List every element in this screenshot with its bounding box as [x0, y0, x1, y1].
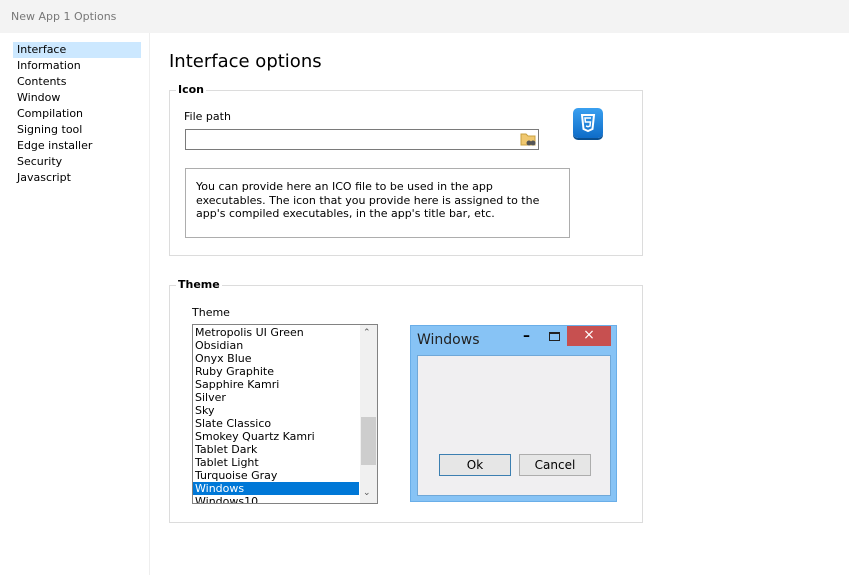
theme-option[interactable]: Onyx Blue	[193, 352, 359, 365]
preview-title: Windows	[417, 332, 480, 348]
sidebar-item-security[interactable]: Security	[13, 154, 141, 170]
sidebar-item-interface[interactable]: Interface	[13, 42, 141, 58]
file-path-input[interactable]	[185, 129, 539, 150]
listbox-scrollbar[interactable]: ⌃ ⌄	[360, 325, 377, 503]
theme-option[interactable]: Tablet Light	[193, 456, 359, 469]
sidebar-item-signing-tool[interactable]: Signing tool	[13, 122, 141, 138]
sidebar-item-window[interactable]: Window	[13, 90, 141, 106]
icon-group-legend: Icon	[176, 83, 207, 96]
theme-option[interactable]: Obsidian	[193, 339, 359, 352]
icon-help-note: You can provide here an ICO file to be u…	[185, 168, 570, 238]
folder-search-icon[interactable]	[520, 131, 537, 147]
theme-option[interactable]: Slate Classico	[193, 417, 359, 430]
theme-option[interactable]: Windows10	[193, 495, 359, 503]
theme-option[interactable]: Sky	[193, 404, 359, 417]
title-bar: New App 1 Options	[0, 0, 849, 33]
sidebar-item-edge-installer[interactable]: Edge installer	[13, 138, 141, 154]
theme-option[interactable]: Tablet Dark	[193, 443, 359, 456]
theme-preview-window: Windows – × Ok Cancel	[410, 325, 617, 502]
sidebar-item-information[interactable]: Information	[13, 58, 141, 74]
theme-option[interactable]: Smokey Quartz Kamri	[193, 430, 359, 443]
preview-ok-button: Ok	[439, 454, 511, 476]
sidebar-item-contents[interactable]: Contents	[13, 74, 141, 90]
file-path-label: File path	[184, 110, 231, 123]
theme-listbox[interactable]: Metropolis UI Green Obsidian Onyx Blue Ruby…	[192, 324, 378, 504]
theme-group-legend: Theme	[176, 278, 222, 291]
theme-option[interactable]: Silver	[193, 391, 359, 404]
scroll-down-icon[interactable]: ⌄	[363, 488, 371, 498]
theme-option[interactable]: Metropolis UI Green	[193, 326, 359, 339]
sidebar-item-javascript[interactable]: Javascript	[13, 170, 141, 186]
scroll-up-icon[interactable]: ⌃	[363, 328, 371, 338]
preview-cancel-button: Cancel	[519, 454, 591, 476]
preview-client-area: Ok Cancel	[417, 355, 611, 496]
scroll-thumb[interactable]	[361, 417, 376, 465]
sidebar-item-compilation[interactable]: Compilation	[13, 106, 141, 122]
theme-option[interactable]: Sapphire Kamri	[193, 378, 359, 391]
minimize-icon: –	[523, 328, 530, 344]
window-title: New App 1 Options	[11, 10, 117, 23]
close-icon: ×	[567, 326, 611, 346]
theme-option[interactable]: Windows	[193, 482, 359, 495]
sidebar: Interface Information Contents Window Compil…	[0, 33, 150, 575]
theme-option[interactable]: Ruby Graphite	[193, 365, 359, 378]
html5-icon	[573, 108, 603, 138]
theme-label: Theme	[192, 306, 230, 319]
page-title: Interface options	[169, 51, 322, 72]
theme-option[interactable]: Turquoise Gray	[193, 469, 359, 482]
maximize-icon	[549, 332, 560, 341]
